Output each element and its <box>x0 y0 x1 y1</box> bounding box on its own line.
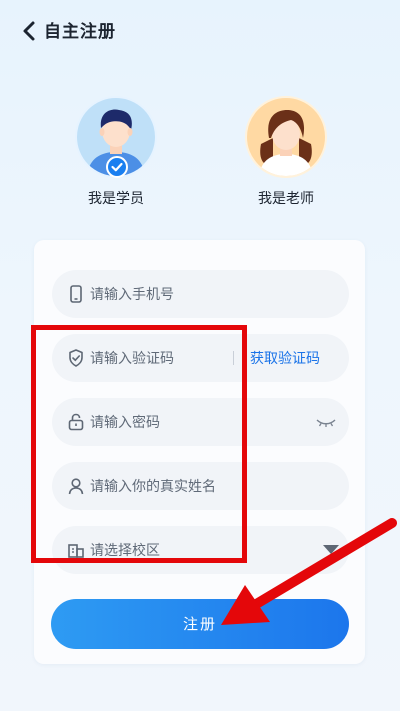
annotation-arrow-icon <box>221 518 397 625</box>
